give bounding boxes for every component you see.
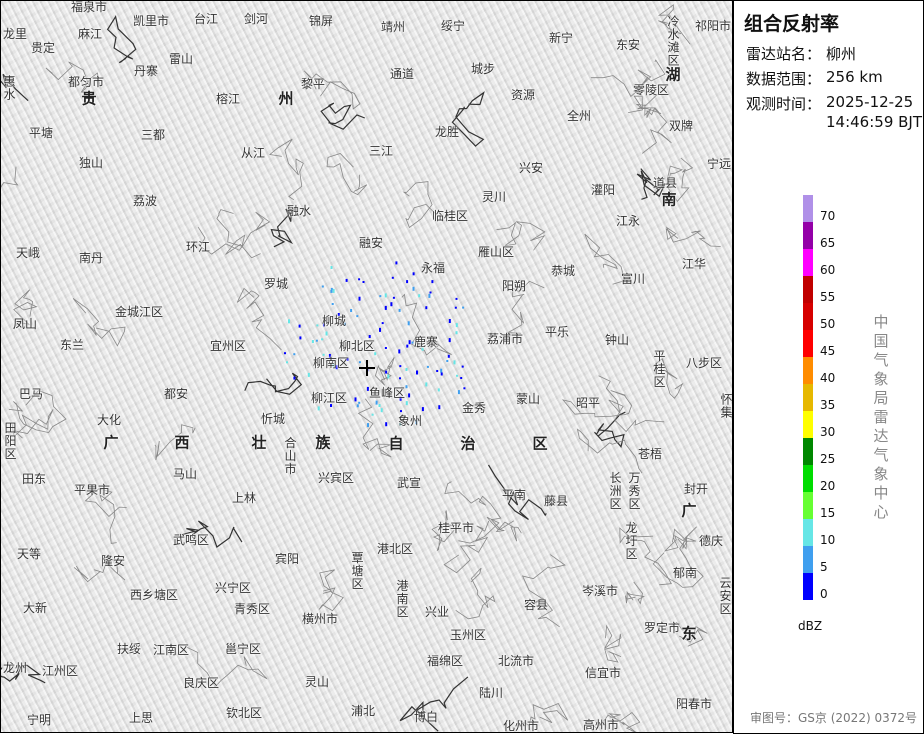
time-label: 观测时间： (746, 95, 822, 113)
range-value: 256 km (826, 68, 883, 86)
legend-tick: 50 (820, 317, 836, 331)
legend-tick: 30 (820, 425, 836, 439)
crosshair-icon (359, 360, 375, 376)
range-label: 数据范围： (746, 70, 822, 88)
station-row: 雷达站名： 柳州 (746, 43, 856, 64)
time-value: 14:46:59 BJT (826, 113, 923, 131)
legend-tick: 40 (820, 371, 836, 385)
legend-swatch (803, 195, 813, 222)
legend-swatch (803, 222, 813, 249)
legend-swatch (803, 303, 813, 330)
legend-swatch (803, 357, 813, 384)
legend-tick: 0 (820, 587, 828, 601)
legend-unit: dBZ (798, 619, 823, 633)
date-value: 2025-12-25 (826, 93, 914, 111)
product-title: 组合反射率 (744, 13, 840, 35)
legend-swatch (803, 276, 813, 303)
legend-tick: 20 (820, 479, 836, 493)
legend-tick: 55 (820, 290, 836, 304)
info-panel: 组合反射率 雷达站名： 柳州 数据范围： 256 km 观测时间： 2025-1… (733, 0, 924, 734)
station-value: 柳州 (826, 45, 857, 63)
legend-tick: 60 (820, 263, 836, 277)
legend-swatch (803, 546, 813, 573)
legend-swatch (803, 438, 813, 465)
legend-tick: 45 (820, 344, 836, 358)
radar-map[interactable]: 福泉市 凯里市 台江 剑河 锦屏 靖州 绥宁 新宁 东安 冷水滩区 祁阳市 龙里 麻江 贵定 雷山 丹寨 通道城… (0, 0, 733, 733)
range-row: 数据范围： 256 km (746, 68, 883, 89)
legend-tick: 35 (820, 398, 836, 412)
legend-swatch (803, 492, 813, 519)
legend-tick: 15 (820, 506, 836, 520)
legend-swatch (803, 465, 813, 492)
legend-swatch (803, 519, 813, 546)
legend-swatch (803, 573, 813, 600)
legend-swatch (803, 411, 813, 438)
legend-swatch (803, 330, 813, 357)
legend-tick: 65 (820, 236, 836, 250)
legend-tick: 70 (820, 209, 836, 223)
legend-tick: 5 (820, 560, 828, 574)
station-label: 雷达站名： (746, 45, 822, 63)
map-approval-number: 审图号：GS京 (2022) 0372号 (750, 711, 917, 725)
time-row: 观测时间： 2025-12-25 (746, 93, 913, 114)
credit-text: 中国气象局雷达气象中心 (873, 313, 889, 521)
legend-tick: 25 (820, 452, 836, 466)
legend-swatch (803, 249, 813, 276)
legend-tick: 10 (820, 533, 836, 547)
legend-swatch (803, 384, 813, 411)
color-legend (803, 195, 813, 600)
